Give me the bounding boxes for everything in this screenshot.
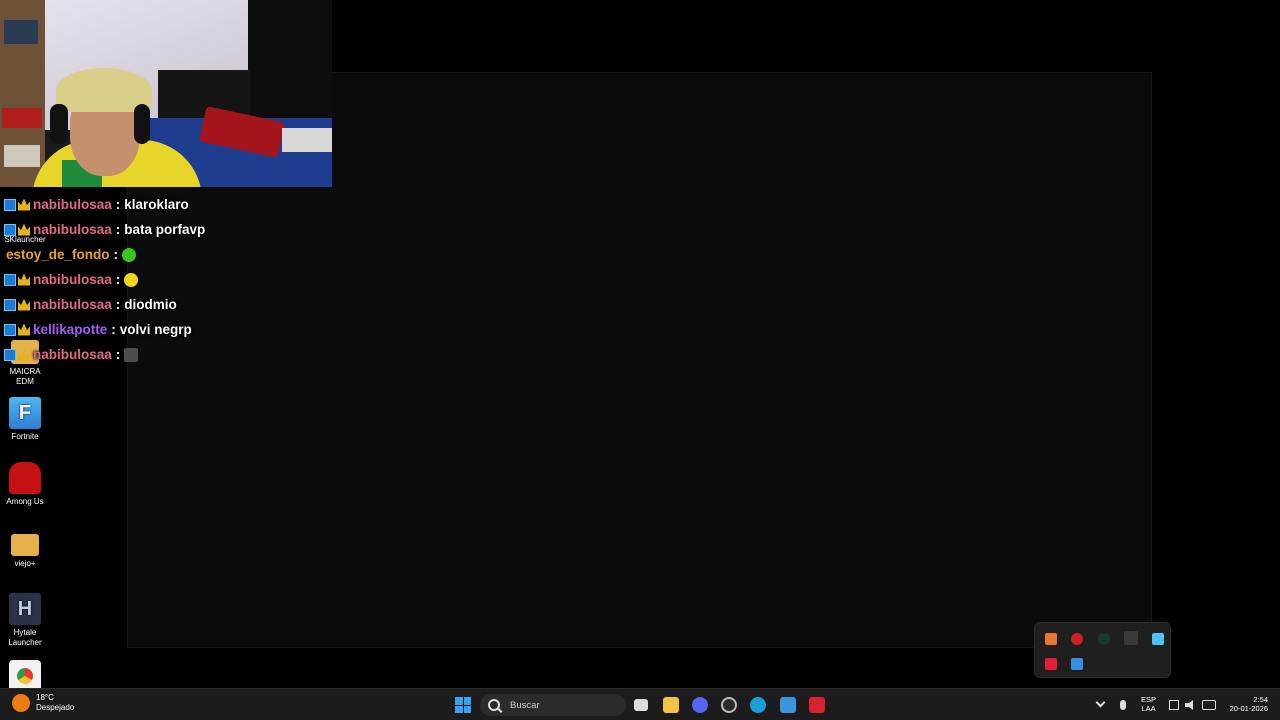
verified-icon [4, 348, 16, 361]
chat-message: nabibulosaa: [0, 342, 330, 367]
desktop-icon-label: MAICRA EDM [9, 367, 41, 386]
chat-username[interactable]: nabibulosaa [33, 222, 112, 237]
search-placeholder: Buscar [510, 699, 540, 711]
chat-badges [4, 298, 30, 311]
crown-icon [18, 348, 30, 361]
chat-message: kellikapotte: volvi negrp [0, 317, 330, 342]
chat-badges [4, 223, 30, 236]
chat-message: nabibulosaa: [0, 267, 330, 292]
task-view-icon[interactable] [634, 699, 648, 711]
steam-tray-icon[interactable] [1124, 631, 1138, 645]
gray-emote [124, 347, 139, 362]
crown-icon [18, 223, 30, 236]
weather-widget[interactable]: 18°C Despejado [12, 693, 74, 713]
chat-username[interactable]: nabibulosaa [33, 297, 112, 312]
clock-date: 20-01-2026 [1229, 704, 1268, 713]
chat-text: diodmio [124, 297, 177, 312]
volume-icon[interactable] [1185, 700, 1193, 710]
chat-text: volvi negrp [119, 322, 192, 337]
chat-username[interactable]: estoy_de_fondo [6, 247, 110, 262]
taskbar: 18°C Despejado Buscar ESP LAA 2:54 20-01… [0, 688, 1280, 720]
chat-separator: : [115, 197, 121, 212]
chevron-up-icon[interactable] [1095, 697, 1106, 708]
weather-icon [12, 694, 30, 712]
chat-separator: : [115, 222, 121, 237]
chat-separator: : [115, 347, 121, 362]
chat-message: nabibulosaa: klaroklaro [0, 192, 330, 217]
desktop-icon-viejo[interactable]: viejo+ [0, 528, 50, 569]
chat-username[interactable]: kellikapotte [33, 322, 107, 337]
crown-icon [18, 198, 30, 211]
app-icon[interactable] [809, 697, 825, 713]
desktop-icon-label: Fortnite [11, 432, 39, 441]
green-emote [122, 247, 137, 262]
lang-layout: LAA [1141, 704, 1156, 713]
app-tray-icon[interactable] [1045, 633, 1057, 645]
chat-separator: : [111, 322, 116, 337]
desktop-icon-label: Hytale Launcher [8, 628, 42, 647]
obs-icon[interactable] [721, 697, 737, 713]
clock-time: 2:54 [1253, 695, 1268, 704]
discord-icon[interactable] [692, 697, 708, 713]
among-us-icon [9, 462, 41, 494]
file-explorer-icon[interactable] [663, 697, 679, 713]
app-tray-icon[interactable] [1152, 633, 1164, 645]
verified-icon [4, 323, 16, 336]
app-tray-icon[interactable] [1098, 633, 1110, 645]
desktop-icon-label: Among Us [6, 497, 44, 506]
chat-badges [4, 198, 30, 211]
app-tray-icon[interactable] [1045, 658, 1057, 670]
verified-icon [4, 223, 16, 236]
chat-overlay: nabibulosaa: klaroklaro nabibulosaa: bata p… [0, 192, 330, 367]
weather-temp: 18°C [36, 693, 54, 702]
crown-icon [18, 273, 30, 286]
edge-icon[interactable] [750, 697, 766, 713]
start-button[interactable] [455, 697, 471, 713]
hytale-icon: H [9, 593, 41, 625]
clock[interactable]: 2:54 20-01-2026 [1224, 695, 1268, 713]
crown-icon [18, 298, 30, 311]
verified-icon [4, 273, 16, 286]
language-indicator[interactable]: ESP LAA [1141, 695, 1156, 713]
search-icon [488, 699, 500, 711]
fortnite-icon: F [9, 397, 41, 429]
app-tray-icon[interactable] [1071, 658, 1083, 670]
search-box[interactable]: Buscar [480, 694, 626, 716]
chat-badges [4, 348, 30, 361]
chat-badges [4, 273, 30, 286]
app-tray-icon[interactable] [1071, 633, 1083, 645]
chat-text: klaroklaro [124, 197, 189, 212]
folder-icon [11, 534, 39, 556]
chat-separator: : [113, 247, 119, 262]
photos-icon[interactable] [780, 697, 796, 713]
webcam-feed [0, 0, 332, 187]
chat-text: bata porfavp [124, 222, 206, 237]
battery-icon[interactable] [1202, 700, 1216, 710]
verified-icon [4, 298, 16, 311]
chat-username[interactable]: nabibulosaa [33, 197, 112, 212]
tray-overflow-popup [1034, 622, 1171, 678]
desktop-icon-label: viejo+ [14, 559, 36, 568]
verified-icon [4, 198, 16, 211]
chat-badges [4, 323, 30, 336]
weather-desc: Despejado [36, 703, 75, 712]
yellow-emote [124, 272, 139, 287]
microphone-icon[interactable] [1120, 700, 1126, 710]
crown-icon [18, 323, 30, 336]
chat-message: nabibulosaa: diodmio [0, 292, 330, 317]
chat-username[interactable]: nabibulosaa [33, 347, 112, 362]
lang-code: ESP [1141, 695, 1157, 704]
chat-separator: : [115, 272, 121, 287]
chat-message: estoy_de_fondo: [0, 242, 330, 267]
chat-separator: : [115, 297, 121, 312]
desktop-icon-fortnite[interactable]: F Fortnite [0, 397, 50, 442]
desktop-icon-among-us[interactable]: Among Us [0, 462, 50, 507]
desktop-icon-hytale-launcher[interactable]: H Hytale Launcher [0, 593, 50, 648]
network-icon[interactable] [1169, 700, 1179, 710]
chat-message: nabibulosaa: bata porfavp [0, 217, 330, 242]
chat-username[interactable]: nabibulosaa [33, 272, 112, 287]
